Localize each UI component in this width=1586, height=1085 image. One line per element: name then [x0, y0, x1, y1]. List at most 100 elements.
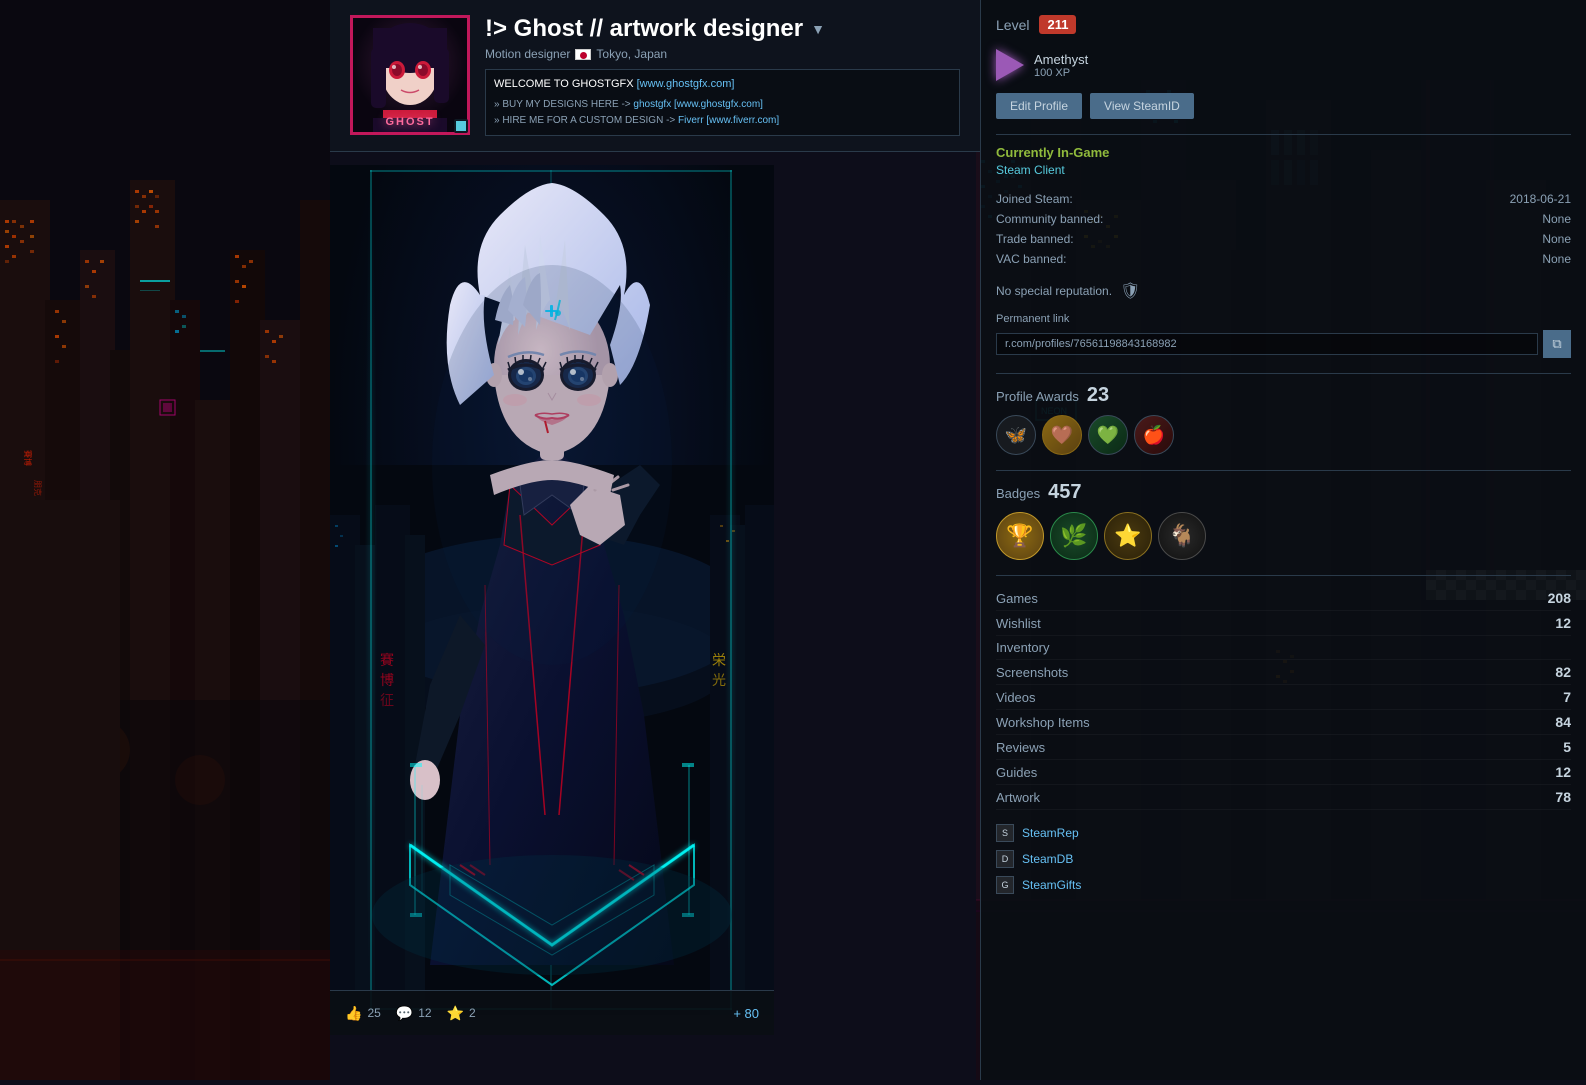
badge-item-3[interactable]: ⭐: [1104, 512, 1152, 560]
profile-name-dropdown[interactable]: ▼: [811, 21, 825, 37]
divider-4: [996, 575, 1571, 576]
award-item-3[interactable]: 💚: [1088, 415, 1128, 455]
stat-screenshots[interactable]: Screenshots 82: [996, 660, 1571, 685]
permalink-input[interactable]: [996, 333, 1538, 355]
profile-buttons: Edit Profile View SteamID: [996, 93, 1571, 119]
videos-count: 7: [1563, 689, 1571, 705]
level-badge: 211: [1039, 15, 1076, 34]
stats-table: Joined Steam: 2018-06-21 Community banne…: [996, 189, 1571, 269]
community-ban-label: Community banned:: [996, 209, 1362, 229]
stat-workshop-items[interactable]: Workshop Items 84: [996, 710, 1571, 735]
badges-header: Badges 457: [996, 481, 1571, 504]
community-ban-value: None: [1362, 209, 1571, 229]
profile-subtitle: Motion designer Tokyo, Japan: [485, 47, 960, 61]
joined-value: 2018-06-21: [1362, 189, 1571, 209]
in-game-title: Currently In-Game: [996, 145, 1571, 160]
vac-ban-label: VAC banned:: [996, 249, 1362, 269]
steamrep-link[interactable]: S SteamRep: [996, 820, 1571, 846]
footer-awards: ⭐ 2: [447, 1005, 476, 1022]
xp-text-group: Amethyst 100 XP: [1034, 52, 1088, 79]
award-item-4[interactable]: 🍎: [1134, 415, 1174, 455]
profile-header: GHOST !> Ghost // artwork designer ▼ Mot…: [330, 0, 980, 152]
svg-text:朋克: 朋克: [33, 480, 42, 496]
steamgifts-icon: G: [996, 876, 1014, 894]
reputation-text: No special reputation.: [996, 284, 1112, 298]
comment-icon: 💬: [396, 1005, 413, 1022]
artwork-inner: 賽 博 征 栄 光: [330, 165, 774, 1015]
badges-row: 🏆 🌿 ⭐ 🐐: [996, 512, 1571, 560]
japan-flag: [575, 49, 591, 60]
external-links: S SteamRep D SteamDB G SteamGifts: [996, 820, 1571, 898]
steamdb-link[interactable]: D SteamDB: [996, 846, 1571, 872]
artwork-showcase: 賽 博 征 栄 光 👍 25 💬 12 ⭐ 2 + 80: [330, 165, 774, 1035]
awards-label: Profile Awards: [996, 389, 1079, 404]
stat-games[interactable]: Games 208: [996, 586, 1571, 611]
xp-section: Amethyst 100 XP: [996, 49, 1571, 81]
svg-text:光: 光: [712, 673, 726, 689]
shield-icon: 🛡: [1120, 281, 1140, 301]
screenshots-count: 82: [1555, 664, 1571, 680]
vac-ban-value: None: [1362, 249, 1571, 269]
desc-line1: » BUY MY DESIGNS HERE -> ghostgfx [www.g…: [494, 97, 951, 113]
right-sidebar: Level 211 Amethyst 100 XP Edit Profile V…: [980, 0, 1586, 1080]
reputation-row: No special reputation. 🛡: [996, 281, 1571, 301]
badge-item-1[interactable]: 🏆: [996, 512, 1044, 560]
badge-item-4[interactable]: 🐐: [1158, 512, 1206, 560]
stats-vac-ban: VAC banned: None: [996, 249, 1571, 269]
stat-guides[interactable]: Guides 12: [996, 760, 1571, 785]
level-label: Level: [996, 17, 1029, 33]
awards-row: 🦋 🤎 💚 🍎: [996, 415, 1571, 455]
amethyst-icon: [996, 49, 1024, 81]
trade-ban-label: Trade banned:: [996, 229, 1362, 249]
footer-likes: 👍 25: [345, 1005, 381, 1022]
videos-label: Videos: [996, 690, 1558, 705]
award-item-2[interactable]: 🤎: [1042, 415, 1082, 455]
desc-title: WELCOME TO GHOSTGFX [www.ghostgfx.com]: [494, 76, 951, 94]
artwork-label: Artwork: [996, 790, 1550, 805]
in-game-game[interactable]: Steam Client: [996, 163, 1571, 177]
online-indicator: [454, 119, 468, 133]
artwork-footer: 👍 25 💬 12 ⭐ 2 + 80: [330, 990, 774, 1035]
stat-inventory[interactable]: Inventory: [996, 636, 1571, 660]
thumbs-up-icon: 👍: [345, 1005, 362, 1022]
award-item-1[interactable]: 🦋: [996, 415, 1036, 455]
avatar-label: GHOST: [353, 116, 467, 128]
reviews-count: 5: [1563, 739, 1571, 755]
award-icon: ⭐: [447, 1005, 464, 1022]
stat-artwork[interactable]: Artwork 78: [996, 785, 1571, 810]
workshop-items-count: 84: [1555, 714, 1571, 730]
profile-awards-header: Profile Awards 23: [996, 384, 1571, 407]
stats-community-ban: Community banned: None: [996, 209, 1571, 229]
desc-line2: » HIRE ME FOR A CUSTOM DESIGN -> Fiverr …: [494, 113, 951, 129]
badge-item-2[interactable]: 🌿: [1050, 512, 1098, 560]
inventory-label: Inventory: [996, 640, 1566, 655]
stat-videos[interactable]: Videos 7: [996, 685, 1571, 710]
in-game-section: Currently In-Game Steam Client: [996, 145, 1571, 177]
stats-trade-ban: Trade banned: None: [996, 229, 1571, 249]
awards-count: 23: [1087, 384, 1109, 407]
avatar-container: GHOST: [350, 15, 470, 135]
permalink-section: Permanent link ⧉: [996, 313, 1571, 358]
wishlist-count: 12: [1555, 615, 1571, 631]
stat-wishlist[interactable]: Wishlist 12: [996, 611, 1571, 636]
badges-count: 457: [1048, 481, 1081, 504]
stat-reviews[interactable]: Reviews 5: [996, 735, 1571, 760]
profile-name: !> Ghost // artwork designer ▼: [485, 15, 960, 43]
artwork-plus-count[interactable]: + 80: [733, 1006, 759, 1021]
svg-text:博: 博: [380, 672, 394, 689]
trade-ban-value: None: [1362, 229, 1571, 249]
guides-label: Guides: [996, 765, 1550, 780]
edit-profile-button[interactable]: Edit Profile: [996, 93, 1082, 119]
profile-description: WELCOME TO GHOSTGFX [www.ghostgfx.com] »…: [485, 69, 960, 136]
badges-label: Badges: [996, 486, 1040, 501]
svg-text:栄: 栄: [712, 653, 726, 669]
wishlist-label: Wishlist: [996, 616, 1550, 631]
xp-label: Amethyst: [1034, 52, 1088, 67]
games-count: 208: [1548, 590, 1571, 606]
steamrep-icon: S: [996, 824, 1014, 842]
divider-3: [996, 470, 1571, 471]
svg-text:賽: 賽: [380, 652, 394, 669]
steamgifts-link[interactable]: G SteamGifts: [996, 872, 1571, 898]
copy-permalink-button[interactable]: ⧉: [1543, 330, 1571, 358]
view-steamid-button[interactable]: View SteamID: [1090, 93, 1194, 119]
